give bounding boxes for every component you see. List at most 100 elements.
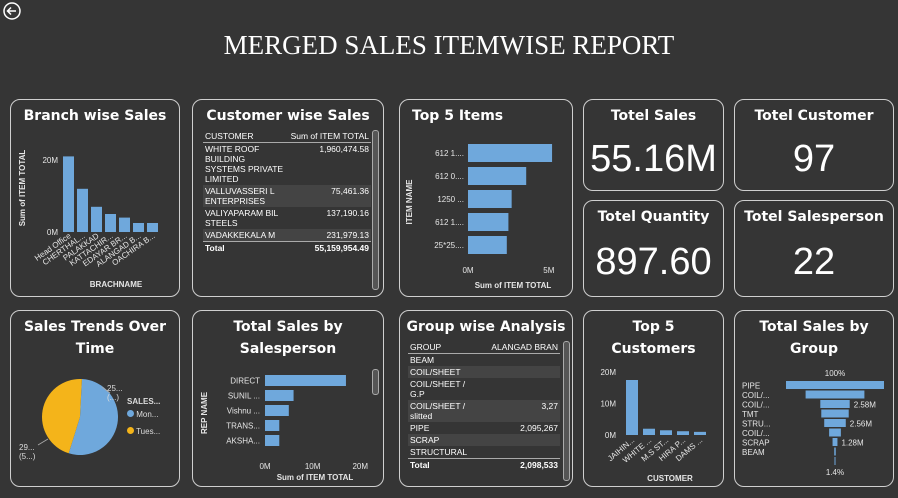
card-title: Sales Trends Over Time bbox=[23, 319, 167, 357]
cell-group: SCRAP bbox=[408, 434, 482, 446]
totel-quantity-card: Totel Quantity 897.60 bbox=[583, 200, 724, 297]
branch-bar[interactable] bbox=[119, 217, 130, 232]
total-value: 2,098,533 bbox=[482, 458, 560, 471]
item-bar[interactable] bbox=[468, 236, 507, 254]
y-tick-label: 10M bbox=[600, 400, 616, 409]
item-bar[interactable] bbox=[468, 144, 553, 162]
funnel-bar[interactable] bbox=[829, 428, 841, 437]
back-button[interactable] bbox=[3, 2, 21, 20]
funnel-category-label: STRU... bbox=[742, 419, 770, 428]
branch-wise-sales-card[interactable]: Branch wise Sales 0M 20M Head Office CHERTH… bbox=[10, 99, 180, 297]
chart-scrollbar[interactable] bbox=[372, 369, 379, 395]
table-row[interactable]: VALLUVASSERI L ENTERPRISES 75,461.36 bbox=[203, 185, 371, 207]
legend-item-tues[interactable]: Tues... bbox=[127, 427, 160, 436]
funnel-bar[interactable] bbox=[834, 447, 836, 456]
customer-bar[interactable] bbox=[677, 431, 689, 435]
customer-bar[interactable] bbox=[643, 428, 655, 435]
card-title: Customer wise Sales bbox=[206, 108, 370, 124]
group-table[interactable]: GROUP ALANGAD BRAN BEAM COIL/SHEET COIL/SH… bbox=[408, 341, 560, 471]
pie-label-bottom: 29... (5...) bbox=[19, 443, 35, 461]
branch-bar[interactable] bbox=[147, 223, 158, 232]
funnel-value-label: 2.58M bbox=[854, 400, 877, 409]
customer-bar[interactable] bbox=[694, 431, 706, 435]
column-header-group[interactable]: GROUP bbox=[408, 341, 482, 354]
card-title: Branch wise Sales bbox=[23, 108, 167, 124]
funnel-bar[interactable] bbox=[824, 419, 846, 427]
funnel-bar[interactable] bbox=[805, 390, 865, 399]
salesperson-bar[interactable] bbox=[265, 390, 294, 401]
funnel-bar[interactable] bbox=[821, 409, 849, 418]
cell-value: 3,27 bbox=[482, 400, 560, 422]
table-row[interactable]: COIL/SHEET / slitted 3,27 bbox=[408, 400, 560, 422]
customer-table[interactable]: CUSTOMER Sum of ITEM TOTAL WHITE ROOF BU… bbox=[203, 130, 371, 254]
sales-by-group-funnel-chart[interactable]: 100%PIPECOIL/...COIL/... 2.58MTMTSTRU... 2… bbox=[735, 361, 894, 486]
customer-bar[interactable] bbox=[660, 430, 672, 435]
table-row[interactable]: COIL/SHEET bbox=[408, 366, 560, 378]
item-bar[interactable] bbox=[468, 213, 509, 231]
table-row[interactable]: PIPE 2,095,267 bbox=[408, 422, 560, 434]
kpi-value: 897.60 bbox=[595, 241, 712, 283]
column-header-customer[interactable]: CUSTOMER bbox=[203, 130, 287, 143]
leader-line bbox=[37, 438, 49, 446]
funnel-category-label: COIL/... bbox=[742, 429, 770, 438]
salesperson-bar[interactable] bbox=[265, 420, 280, 431]
cell-customer: VALLUVASSERI L ENTERPRISES bbox=[203, 185, 287, 207]
column-header-alangad[interactable]: ALANGAD BRAN bbox=[482, 341, 560, 354]
funnel-bar[interactable] bbox=[786, 381, 884, 389]
funnel-bar[interactable] bbox=[820, 400, 850, 408]
column-header-item-total[interactable]: Sum of ITEM TOTAL bbox=[287, 130, 371, 143]
funnel-category-label: COIL/... bbox=[742, 400, 770, 409]
branch-bar[interactable] bbox=[105, 214, 116, 232]
salesperson-bar[interactable] bbox=[265, 405, 289, 416]
legend-item-mon[interactable]: Mon... bbox=[127, 410, 160, 419]
top-customers-bar-chart[interactable]: 0M10M20MJAIHIN...WHITE ...M.S ST...HIRA … bbox=[584, 361, 724, 486]
customer-bar[interactable] bbox=[626, 380, 638, 435]
table-row[interactable]: WHITE ROOF BUILDING SYSTEMS PRIVATE LIMI… bbox=[203, 143, 371, 186]
item-bar[interactable] bbox=[468, 167, 527, 185]
salesperson-bar[interactable] bbox=[265, 375, 346, 386]
sales-by-salesperson-card[interactable]: Total Sales by Salesperson DIRECT SUNIL .… bbox=[192, 310, 384, 487]
top-5-items-card[interactable]: Top 5 Items 612 1.... 612 0.... 1250 ... 61… bbox=[399, 99, 573, 297]
table-row[interactable]: SCRAP bbox=[408, 434, 560, 446]
table-scrollbar[interactable] bbox=[372, 130, 379, 290]
table-row[interactable]: BEAM bbox=[408, 354, 560, 367]
funnel-bar[interactable] bbox=[832, 438, 838, 446]
y-tick-label: 25*25.... bbox=[434, 241, 464, 250]
salesperson-bar[interactable] bbox=[265, 435, 280, 446]
item-bar[interactable] bbox=[468, 190, 512, 208]
table-row[interactable]: VADAKKEKALA M 231,979.13 bbox=[203, 229, 371, 242]
top-5-customers-card[interactable]: Top 5 Customers 0M 10M 20M JAIHIN... WHITE .… bbox=[583, 310, 724, 487]
cell-customer: VALIYAPARAM BIL STEELS bbox=[205, 208, 278, 228]
branch-bar-chart[interactable]: 0M20MHead OfficeCHERTHAL...PALAKKADKATTA… bbox=[11, 128, 180, 296]
totel-sales-card: Totel Sales 55.16M bbox=[583, 99, 724, 191]
table-scrollbar[interactable] bbox=[563, 341, 570, 481]
branch-bar[interactable] bbox=[91, 206, 102, 232]
funnel-category-label: BEAM bbox=[742, 448, 765, 457]
y-tick-label: 612 1.... bbox=[435, 218, 464, 227]
branch-bar[interactable] bbox=[133, 223, 144, 232]
table-row[interactable]: VALIYAPARAM BIL STEELS 137,190.16 bbox=[203, 207, 371, 229]
x-axis-label: BRACHNAME bbox=[90, 280, 143, 289]
x-tick-label: 5M bbox=[543, 266, 554, 275]
group-wise-analysis-card[interactable]: Group wise Analysis GROUP ALANGAD BRAN B… bbox=[399, 310, 573, 487]
total-value: 55,159,954.49 bbox=[287, 241, 371, 254]
branch-bar[interactable] bbox=[63, 156, 74, 232]
funnel-value-label: 1.28M bbox=[841, 438, 864, 447]
pie-label-top-pct: (...) bbox=[107, 393, 119, 402]
branch-bar[interactable] bbox=[77, 188, 88, 232]
customer-wise-sales-card[interactable]: Customer wise Sales CUSTOMER Sum of ITEM… bbox=[192, 99, 384, 297]
y-axis-label: Sum of ITEM TOTAL bbox=[18, 150, 27, 227]
pie-legend[interactable]: SALES... Mon... Tues... bbox=[127, 397, 160, 436]
table-row[interactable]: COIL/SHEET / G.P bbox=[408, 378, 560, 400]
totel-salesperson-card: Totel Salesperson 22 bbox=[734, 200, 894, 297]
kpi-value: 55.16M bbox=[590, 138, 717, 180]
top-items-bar-chart[interactable]: 612 1.... 612 0.... 1250 ... 612 1.... 25*25… bbox=[400, 128, 573, 296]
pie-label-top-value: 25... bbox=[107, 384, 123, 393]
table-total-row: Total 55,159,954.49 bbox=[203, 241, 371, 254]
sales-trends-card[interactable]: Sales Trends Over Time 25... (...) 29...… bbox=[10, 310, 180, 487]
table-row[interactable]: STRUCTURAL bbox=[408, 446, 560, 459]
sales-by-group-card[interactable]: Total Sales by Group 100% PIPE COIL/... COI… bbox=[734, 310, 894, 487]
salesperson-bar-chart[interactable]: DIRECT SUNIL ... Vishnu ... TRANS... AKSHA..… bbox=[193, 361, 384, 486]
cell-customer: WHITE ROOF BUILDING SYSTEMS PRIVATE LIMI… bbox=[205, 144, 284, 184]
cell-customer: VADAKKEKALA M bbox=[203, 229, 287, 242]
